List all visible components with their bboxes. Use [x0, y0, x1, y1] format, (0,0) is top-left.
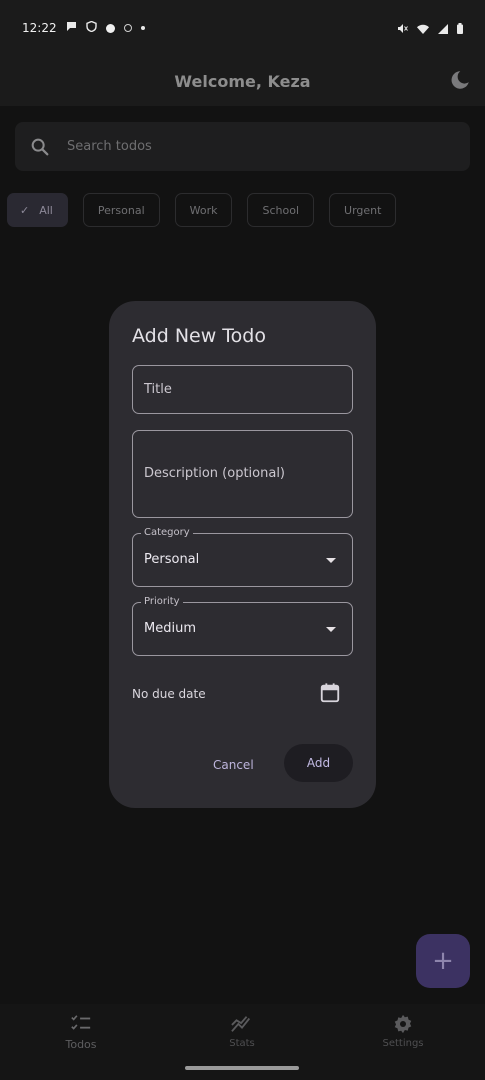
title-placeholder: Title [144, 382, 172, 397]
ring-icon [123, 24, 132, 32]
chip-label: School [262, 203, 300, 217]
chip-school[interactable]: School [247, 193, 315, 227]
plus-icon: + [432, 946, 454, 976]
nav-settings[interactable]: Settings [343, 1004, 463, 1064]
priority-label: Priority [141, 596, 183, 607]
description-field[interactable]: Description (optional) [132, 430, 353, 518]
priority-select[interactable]: Priority Medium [132, 596, 353, 656]
dropdown-arrow-icon [326, 558, 336, 563]
status-left: 12:22 [22, 20, 145, 35]
status-bar: 12:22 [0, 0, 485, 56]
app-title: Welcome, Keza [174, 71, 311, 91]
chip-label: All [39, 203, 53, 217]
moon-icon [451, 71, 469, 89]
filter-chips: ✓ All Personal Work School Urgent [7, 193, 397, 227]
chip-urgent[interactable]: Urgent [329, 193, 397, 227]
app-bar: Welcome, Keza [0, 56, 485, 106]
gear-icon [394, 1014, 412, 1034]
cancel-button[interactable]: Cancel [213, 754, 254, 776]
due-date-text: No due date [132, 687, 206, 701]
title-field[interactable]: Title [132, 365, 353, 414]
chip-label: Urgent [344, 203, 382, 217]
small-dot-icon [140, 26, 145, 30]
chat-bubble-icon [66, 21, 77, 35]
add-button[interactable]: Add [284, 744, 353, 782]
search-bar[interactable] [15, 122, 470, 171]
wifi-icon [417, 19, 429, 38]
chip-all[interactable]: ✓ All [7, 193, 68, 227]
chip-work[interactable]: Work [174, 193, 233, 227]
mute-icon [397, 19, 408, 38]
circle-dot-icon [105, 23, 115, 33]
search-input[interactable] [67, 139, 427, 154]
shield-icon [85, 20, 97, 35]
home-indicator[interactable] [185, 1066, 299, 1070]
nav-todos[interactable]: Todos [21, 1004, 141, 1064]
signal-icon [438, 19, 448, 38]
nav-label-settings: Settings [382, 1038, 424, 1049]
add-todo-fab[interactable]: + [416, 934, 470, 988]
nav-stats[interactable]: Stats [182, 1004, 302, 1064]
calendar-icon [320, 683, 340, 703]
dialog-title: Add New Todo [132, 325, 266, 347]
add-todo-dialog: Add New Todo Title Description (optional… [109, 301, 376, 808]
check-icon: ✓ [20, 203, 30, 217]
battery-icon [457, 19, 463, 38]
search-icon [31, 138, 49, 155]
dropdown-arrow-icon [326, 627, 336, 632]
category-select[interactable]: Category Personal [132, 527, 353, 587]
checklist-icon [71, 1015, 91, 1030]
priority-value: Medium [144, 621, 196, 636]
category-value: Personal [144, 552, 200, 567]
chip-personal[interactable]: Personal [82, 193, 160, 227]
nav-label-todos: Todos [65, 1038, 97, 1051]
category-label: Category [141, 527, 193, 538]
nav-label-stats: Stats [229, 1038, 255, 1049]
chip-label: Personal [97, 203, 145, 217]
theme-toggle-button[interactable] [449, 69, 471, 91]
trending-icon [231, 1016, 251, 1032]
chip-label: Work [189, 203, 218, 217]
pick-date-button[interactable] [319, 682, 341, 704]
status-right [397, 19, 463, 38]
description-placeholder: Description (optional) [144, 466, 286, 481]
status-time: 12:22 [22, 21, 57, 35]
